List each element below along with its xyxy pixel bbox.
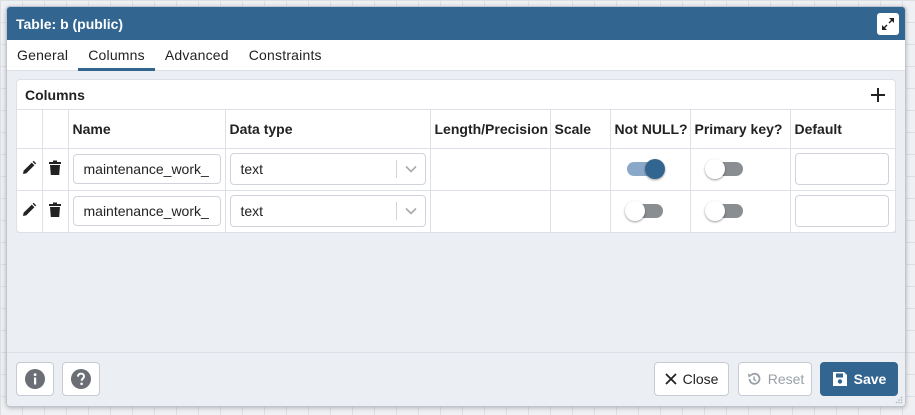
primary-key-toggle[interactable] — [704, 159, 743, 179]
header-edit — [17, 110, 43, 149]
scale-cell[interactable] — [550, 148, 611, 191]
maximize-button[interactable] — [877, 13, 899, 35]
dialog-title: Table: b (public) — [16, 15, 124, 32]
expand-icon — [882, 18, 894, 30]
info-icon — [25, 369, 45, 389]
dialog-footer: Close Reset Save — [7, 352, 905, 406]
table-row: maintenance_work_ text — [17, 190, 896, 233]
data-type-value: text — [240, 203, 264, 219]
column-name-input[interactable]: maintenance_work_ — [72, 154, 221, 184]
data-type-value: text — [240, 161, 264, 177]
tab-general[interactable]: General — [7, 40, 78, 70]
not-null-toggle[interactable] — [626, 159, 665, 179]
delete-cell[interactable] — [42, 148, 69, 191]
column-name-input[interactable]: maintenance_work_ — [72, 196, 221, 226]
table-row: maintenance_work_ text — [17, 148, 896, 191]
toggle-knob — [704, 159, 725, 179]
header-scale: Scale — [550, 110, 611, 149]
length-cell[interactable] — [430, 190, 551, 233]
save-button-label: Save — [853, 371, 887, 387]
trash-icon — [49, 202, 61, 217]
default-value-input[interactable] — [794, 195, 889, 227]
edit-cell[interactable] — [17, 190, 43, 233]
data-type-select[interactable]: text — [229, 153, 426, 185]
trash-icon — [49, 160, 61, 175]
header-not-null: Not NULL? — [610, 110, 691, 149]
save-button[interactable]: Save — [820, 362, 898, 396]
toggle-knob — [704, 201, 725, 221]
resize-grip-icon[interactable] — [895, 396, 903, 404]
tab-constraints[interactable]: Constraints — [239, 40, 332, 70]
header-length: Length/Precision — [430, 110, 551, 149]
header-name: Name — [68, 110, 226, 149]
toggle-knob — [624, 201, 645, 221]
name-cell: maintenance_work_ — [68, 148, 226, 191]
primary-key-cell — [690, 148, 791, 191]
name-cell: maintenance_work_ — [68, 190, 226, 233]
pencil-icon — [23, 202, 37, 216]
default-value-input[interactable] — [794, 153, 889, 185]
chevron-down-icon[interactable] — [397, 206, 425, 216]
scale-cell[interactable] — [550, 190, 611, 233]
not-null-toggle[interactable] — [624, 201, 663, 221]
not-null-cell — [610, 190, 691, 233]
save-icon — [832, 372, 847, 386]
close-button-label: Close — [682, 371, 719, 387]
close-icon — [664, 373, 677, 385]
info-button[interactable] — [16, 362, 54, 396]
length-cell[interactable] — [430, 148, 551, 191]
columns-panel-title: Columns — [25, 86, 85, 103]
not-null-cell — [610, 148, 691, 191]
data-type-select[interactable]: text — [229, 195, 426, 227]
columns-panel-header: Columns — [17, 80, 895, 110]
header-primary-key: Primary key? — [690, 110, 791, 149]
primary-key-cell — [690, 190, 791, 233]
tab-bar: General Columns Advanced Constraints — [7, 40, 905, 71]
dialog-titlebar[interactable]: Table: b (public) — [7, 7, 905, 40]
columns-table: Name Data type Length/Precision Scale No… — [17, 110, 896, 233]
columns-panel: Columns Name Data type Length/Precision … — [16, 79, 896, 233]
plus-icon — [871, 87, 885, 102]
table-header-row: Name Data type Length/Precision Scale No… — [17, 110, 896, 149]
header-delete — [42, 110, 69, 149]
tab-columns[interactable]: Columns — [78, 40, 155, 71]
reset-button[interactable]: Reset — [738, 362, 812, 396]
toggle-knob — [644, 159, 665, 179]
default-cell — [790, 190, 896, 233]
help-button[interactable] — [62, 362, 100, 396]
primary-key-toggle[interactable] — [704, 201, 743, 221]
chevron-down-icon[interactable] — [397, 164, 425, 174]
pencil-icon — [23, 160, 37, 174]
delete-cell[interactable] — [42, 190, 69, 233]
close-button[interactable]: Close — [654, 362, 729, 396]
data-type-cell: text — [225, 190, 431, 233]
add-column-button[interactable] — [869, 86, 887, 104]
header-default: Default — [790, 110, 896, 149]
tab-advanced[interactable]: Advanced — [155, 40, 239, 70]
help-icon — [71, 369, 91, 389]
edit-cell[interactable] — [17, 148, 43, 191]
default-cell — [790, 148, 896, 191]
reset-icon — [747, 372, 761, 385]
header-data-type: Data type — [225, 110, 431, 149]
table-dialog: Table: b (public) General Columns Advanc… — [6, 6, 906, 407]
data-type-cell: text — [225, 148, 431, 191]
reset-button-label: Reset — [767, 371, 805, 387]
